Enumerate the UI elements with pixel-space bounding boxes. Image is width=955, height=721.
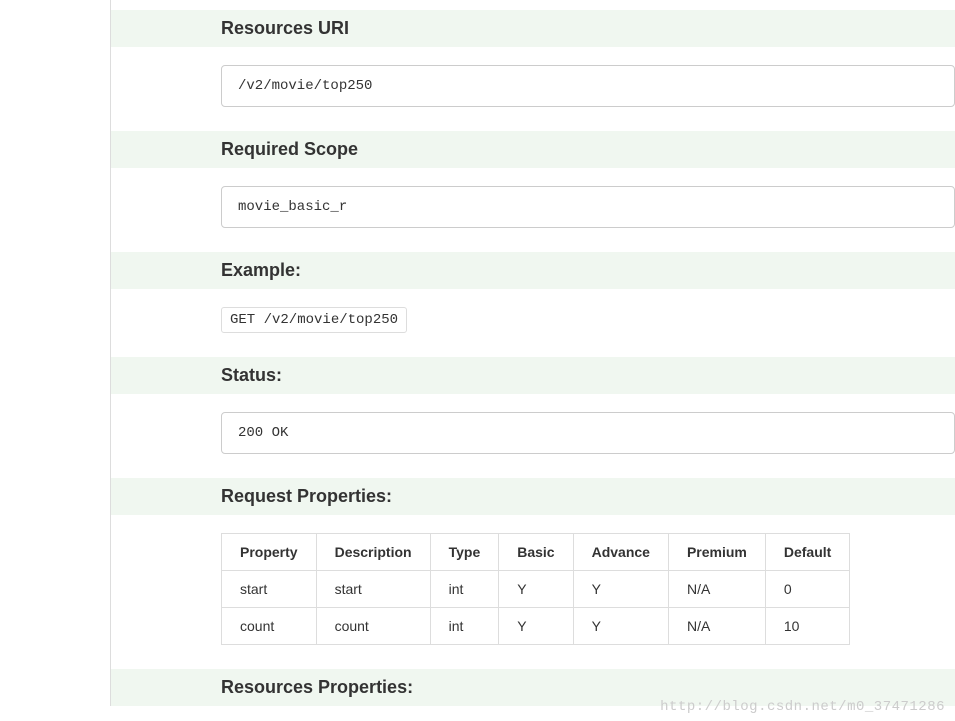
table-cell: Y bbox=[573, 608, 668, 645]
table-header-cell: Premium bbox=[668, 534, 765, 571]
table-cell: int bbox=[430, 608, 499, 645]
table-cell: count bbox=[316, 608, 430, 645]
example-heading: Example: bbox=[111, 252, 955, 289]
table-header-cell: Default bbox=[765, 534, 849, 571]
table-cell: 0 bbox=[765, 571, 849, 608]
table-cell: count bbox=[222, 608, 317, 645]
table-header-cell: Description bbox=[316, 534, 430, 571]
table-row: count count int Y Y N/A 10 bbox=[222, 608, 850, 645]
table-cell: Y bbox=[499, 571, 573, 608]
table-header-cell: Basic bbox=[499, 534, 573, 571]
table-cell: 10 bbox=[765, 608, 849, 645]
table-cell: int bbox=[430, 571, 499, 608]
table-cell: N/A bbox=[668, 571, 765, 608]
resources-uri-heading: Resources URI bbox=[111, 10, 955, 47]
required-scope-code: movie_basic_r bbox=[221, 186, 955, 228]
table-header-cell: Type bbox=[430, 534, 499, 571]
required-scope-heading: Required Scope bbox=[111, 131, 955, 168]
status-heading: Status: bbox=[111, 357, 955, 394]
table-cell: start bbox=[316, 571, 430, 608]
example-code: GET /v2/movie/top250 bbox=[221, 307, 407, 333]
document-container: Resources URI /v2/movie/top250 Required … bbox=[110, 0, 955, 706]
watermark-text: http://blog.csdn.net/m0_37471286 bbox=[660, 699, 945, 715]
table-cell: start bbox=[222, 571, 317, 608]
resources-uri-code: /v2/movie/top250 bbox=[221, 65, 955, 107]
request-properties-heading: Request Properties: bbox=[111, 478, 955, 515]
table-header-row: Property Description Type Basic Advance … bbox=[222, 534, 850, 571]
table-cell: Y bbox=[499, 608, 573, 645]
table-header-cell: Property bbox=[222, 534, 317, 571]
table-header-cell: Advance bbox=[573, 534, 668, 571]
table-cell: N/A bbox=[668, 608, 765, 645]
request-properties-table: Property Description Type Basic Advance … bbox=[221, 533, 850, 645]
table-row: start start int Y Y N/A 0 bbox=[222, 571, 850, 608]
table-cell: Y bbox=[573, 571, 668, 608]
status-code: 200 OK bbox=[221, 412, 955, 454]
